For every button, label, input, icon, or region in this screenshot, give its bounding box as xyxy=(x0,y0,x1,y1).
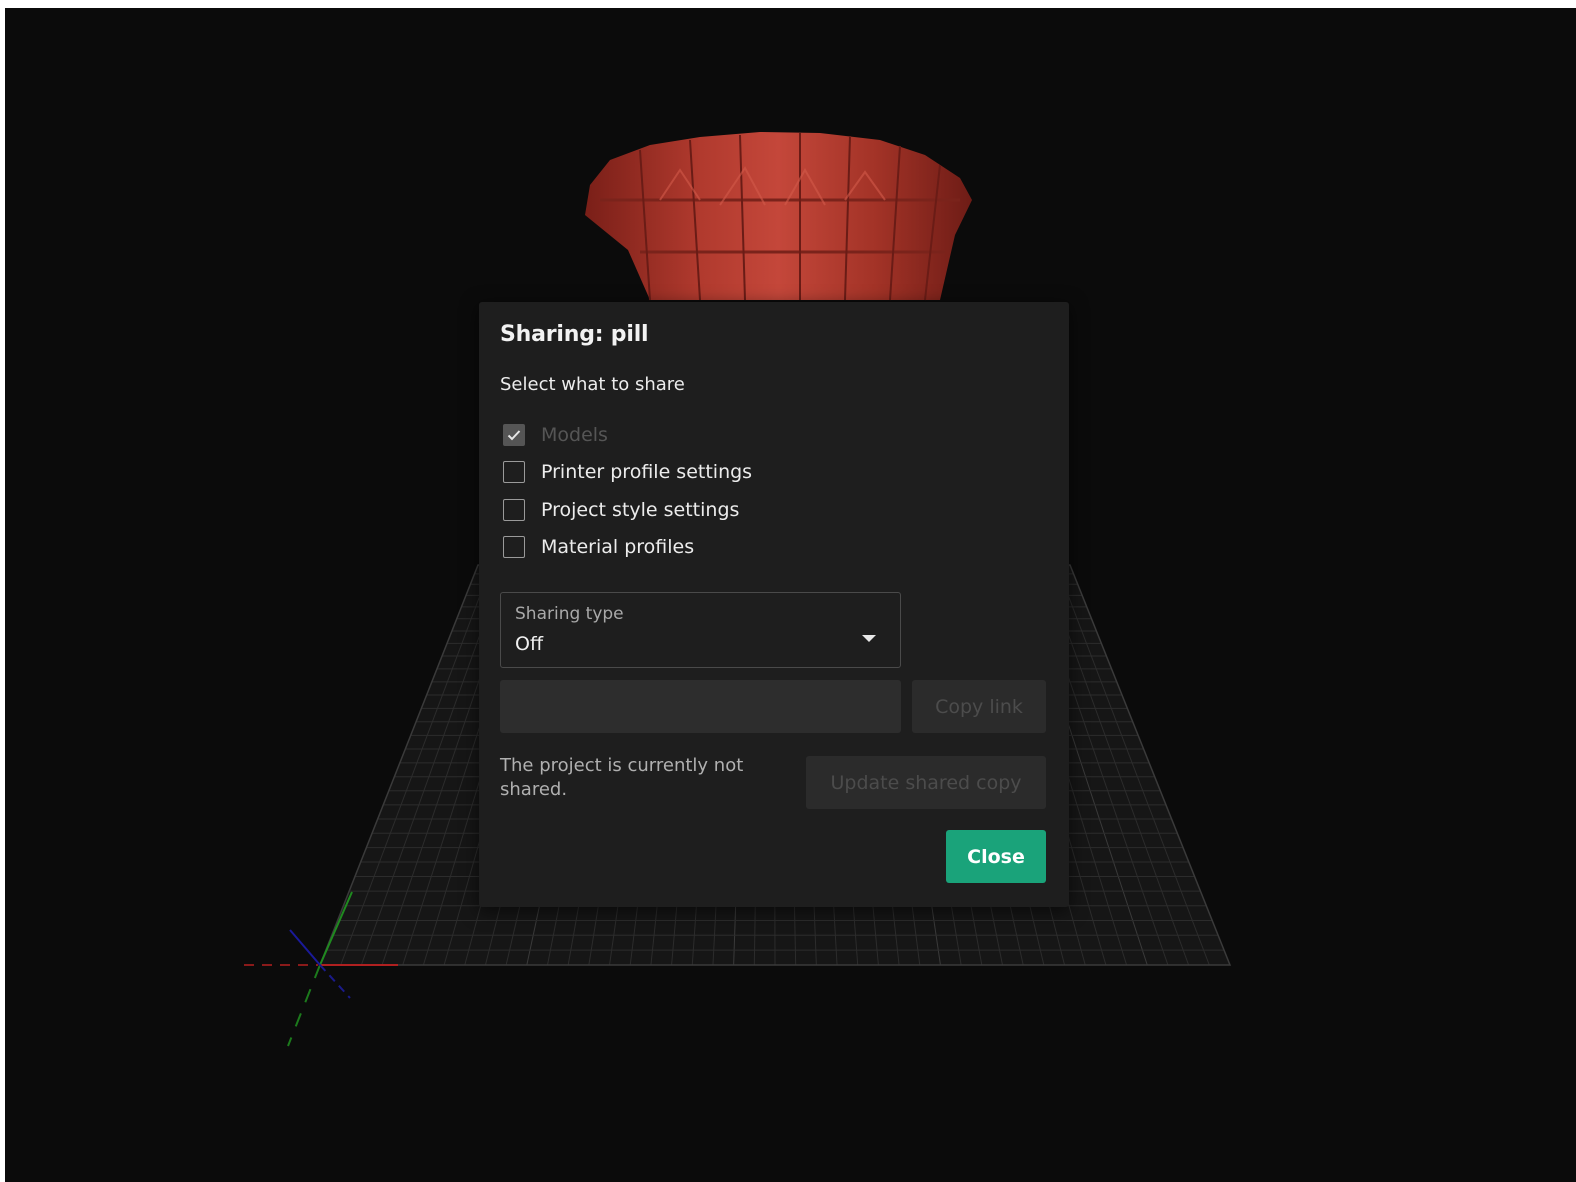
left-edge xyxy=(0,0,5,1182)
option-material-profiles[interactable]: Material profiles xyxy=(503,534,694,560)
model-pill xyxy=(585,132,972,301)
option-label: Project style settings xyxy=(541,499,740,521)
option-models: Models xyxy=(503,422,608,448)
dialog-subtitle: Select what to share xyxy=(500,374,685,395)
share-link-field[interactable] xyxy=(500,680,901,733)
option-project-style-settings[interactable]: Project style settings xyxy=(503,497,739,523)
checkbox-icon[interactable] xyxy=(503,499,525,521)
sharing-type-label: Sharing type xyxy=(515,604,624,624)
checkbox-checked-icon xyxy=(503,424,525,446)
option-label: Material profiles xyxy=(541,536,695,558)
update-shared-copy-button[interactable]: Update shared copy xyxy=(806,756,1046,809)
option-printer-profile-settings[interactable]: Printer profile settings xyxy=(503,459,752,485)
checkbox-icon[interactable] xyxy=(503,461,525,483)
option-label: Models xyxy=(541,424,608,446)
checkbox-icon[interactable] xyxy=(503,536,525,558)
sharing-type-value: Off xyxy=(515,633,544,655)
dialog-title: Sharing: pill xyxy=(500,322,649,347)
close-button[interactable]: Close xyxy=(946,830,1046,883)
caret-down-icon xyxy=(862,635,876,642)
top-edge xyxy=(0,0,1576,8)
sharing-type-select[interactable]: Sharing type Off xyxy=(500,592,901,668)
option-label: Printer profile settings xyxy=(541,461,753,483)
sharing-dialog: Sharing: pill Select what to share Model… xyxy=(479,302,1069,907)
share-status-text: The project is currently not shared. xyxy=(500,755,744,800)
copy-link-button[interactable]: Copy link xyxy=(912,680,1046,733)
